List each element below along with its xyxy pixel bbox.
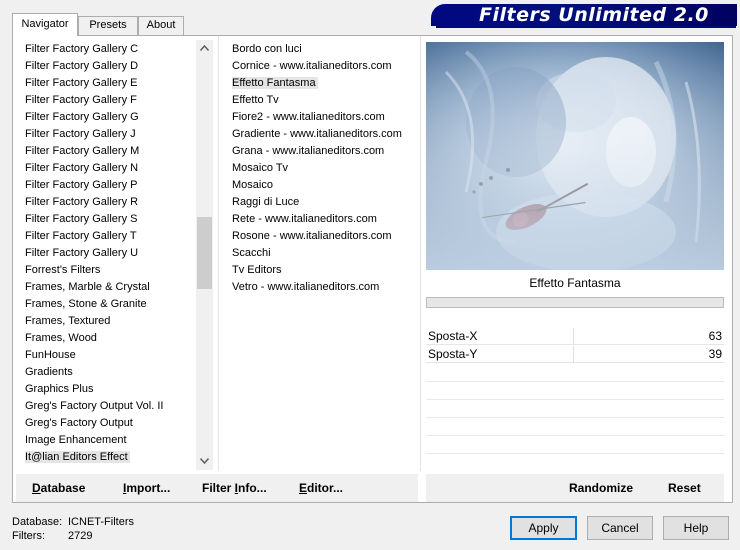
filter-item[interactable]: Mosaico xyxy=(230,177,420,194)
param-row-sposta-y[interactable]: Sposta-Y 39 xyxy=(426,346,724,363)
param-value: 39 xyxy=(708,347,722,361)
category-item[interactable]: Filter Factory Gallery N xyxy=(23,160,203,177)
category-item[interactable]: Greg's Factory Output xyxy=(23,415,203,432)
filter-preview-image xyxy=(426,42,724,270)
filters-count-info: Filters: 2729 xyxy=(12,530,212,544)
filter-item[interactable]: Gradiente - www.italianeditors.com xyxy=(230,126,420,143)
param-name: Sposta-X xyxy=(428,329,478,343)
filter-item[interactable]: Raggi di Luce xyxy=(230,194,420,211)
scrollbar-thumb[interactable] xyxy=(197,217,212,289)
database-label: Database: xyxy=(12,516,63,528)
filter-item[interactable]: Rete - www.italianeditors.com xyxy=(230,211,420,228)
filter-item[interactable]: Mosaico Tv xyxy=(230,160,420,177)
app-banner-title: Filters Unlimited 2.0 xyxy=(431,4,737,26)
param-slider-track[interactable] xyxy=(516,346,574,363)
param-row-empty xyxy=(426,417,724,418)
param-row-empty xyxy=(426,381,724,382)
category-item[interactable]: Filter Factory Gallery P xyxy=(23,177,203,194)
filter-item[interactable]: Grana - www.italianeditors.com xyxy=(230,143,420,160)
category-item[interactable]: Filter Factory Gallery R xyxy=(23,194,203,211)
filter-item[interactable]: Effetto Tv xyxy=(230,92,420,109)
category-item[interactable]: FunHouse xyxy=(23,347,203,364)
category-item[interactable]: Frames, Marble & Crystal xyxy=(23,279,203,296)
category-item[interactable]: Filter Factory Gallery F xyxy=(23,92,203,109)
tab-navigator[interactable]: Navigator xyxy=(12,13,78,36)
category-scrollbar[interactable] xyxy=(196,40,213,470)
database-button[interactable]: Database xyxy=(32,481,85,495)
category-item[interactable]: Frames, Textured xyxy=(23,313,203,330)
filter-item[interactable]: Fiore2 - www.italianeditors.com xyxy=(230,109,420,126)
apply-button[interactable]: Apply xyxy=(510,516,577,540)
category-item[interactable]: It@lian Editors Effect xyxy=(23,449,203,466)
filters-label: Filters: xyxy=(12,530,45,542)
param-toolbar: Randomize Reset xyxy=(426,474,724,502)
category-item[interactable]: Graphics Plus xyxy=(23,381,203,398)
divider-right xyxy=(420,36,421,471)
reset-button[interactable]: Reset xyxy=(668,481,701,495)
randomize-button[interactable]: Randomize xyxy=(569,481,633,495)
filter-item[interactable]: Rosone - www.italianeditors.com xyxy=(230,228,420,245)
category-item[interactable]: Greg's Factory Output Vol. II xyxy=(23,398,203,415)
filter-info-button[interactable]: Filter Info... xyxy=(202,481,267,495)
category-item[interactable]: Filter Factory Gallery T xyxy=(23,228,203,245)
category-item[interactable]: Filter Factory Gallery C xyxy=(23,41,203,58)
category-item[interactable]: Filter Factory Gallery G xyxy=(23,109,203,126)
category-item[interactable]: Gradients xyxy=(23,364,203,381)
progress-bar xyxy=(426,297,724,308)
import-button[interactable]: Import... xyxy=(123,481,170,495)
param-value: 63 xyxy=(708,329,722,343)
category-item[interactable]: Frames, Stone & Granite xyxy=(23,296,203,313)
category-item[interactable]: Filter Factory Gallery J xyxy=(23,126,203,143)
filter-toolbar: Database Import... Filter Info... Editor… xyxy=(16,474,418,502)
category-item[interactable]: Filter Factory Gallery D xyxy=(23,58,203,75)
category-item[interactable]: Frames, Wood xyxy=(23,330,203,347)
filter-item[interactable]: Effetto Fantasma xyxy=(230,75,420,92)
param-name: Sposta-Y xyxy=(428,347,478,361)
chevron-down-icon[interactable] xyxy=(196,453,213,470)
category-item[interactable]: Filter Factory Gallery S xyxy=(23,211,203,228)
param-row-sposta-x[interactable]: Sposta-X 63 xyxy=(426,328,724,345)
category-item[interactable]: Filter Factory Gallery U xyxy=(23,245,203,262)
banner-stripe xyxy=(436,26,736,28)
category-item[interactable]: Filter Factory Gallery M xyxy=(23,143,203,160)
param-row-empty xyxy=(426,399,724,400)
category-list[interactable]: Filter Factory Gallery C Filter Factory G… xyxy=(23,41,203,469)
param-slider-track[interactable] xyxy=(516,328,574,345)
param-row-empty xyxy=(426,435,724,436)
database-info: Database: ICNET-Filters xyxy=(12,516,212,530)
navigator-panel: Filter Factory Gallery C Filter Factory G… xyxy=(12,35,733,503)
param-row-empty xyxy=(426,453,724,454)
filter-item[interactable]: Cornice - www.italianeditors.com xyxy=(230,58,420,75)
cancel-button[interactable]: Cancel xyxy=(587,516,653,540)
filter-list[interactable]: Bordo con luci Cornice - www.italianedito… xyxy=(230,41,420,296)
selected-filter-name: Effetto Fantasma xyxy=(529,276,621,290)
filter-item[interactable]: Bordo con luci xyxy=(230,41,420,58)
chevron-up-icon[interactable] xyxy=(196,40,213,57)
tab-about[interactable]: About xyxy=(138,16,184,35)
filter-item[interactable]: Tv Editors xyxy=(230,262,420,279)
category-item[interactable]: Forrest's Filters xyxy=(23,262,203,279)
help-button[interactable]: Help xyxy=(663,516,729,540)
divider-left xyxy=(218,36,219,471)
filters-count: 2729 xyxy=(68,530,93,542)
category-item[interactable]: Filter Factory Gallery E xyxy=(23,75,203,92)
filter-item[interactable]: Scacchi xyxy=(230,245,420,262)
category-item[interactable]: Image Enhancement xyxy=(23,432,203,449)
editor-button[interactable]: Editor... xyxy=(299,481,343,495)
filter-item[interactable]: Vetro - www.italianeditors.com xyxy=(230,279,420,296)
tab-presets[interactable]: Presets xyxy=(78,16,138,35)
category-item[interactable]: Italian Editors Effect xyxy=(23,466,203,469)
database-value: ICNET-Filters xyxy=(68,516,134,528)
